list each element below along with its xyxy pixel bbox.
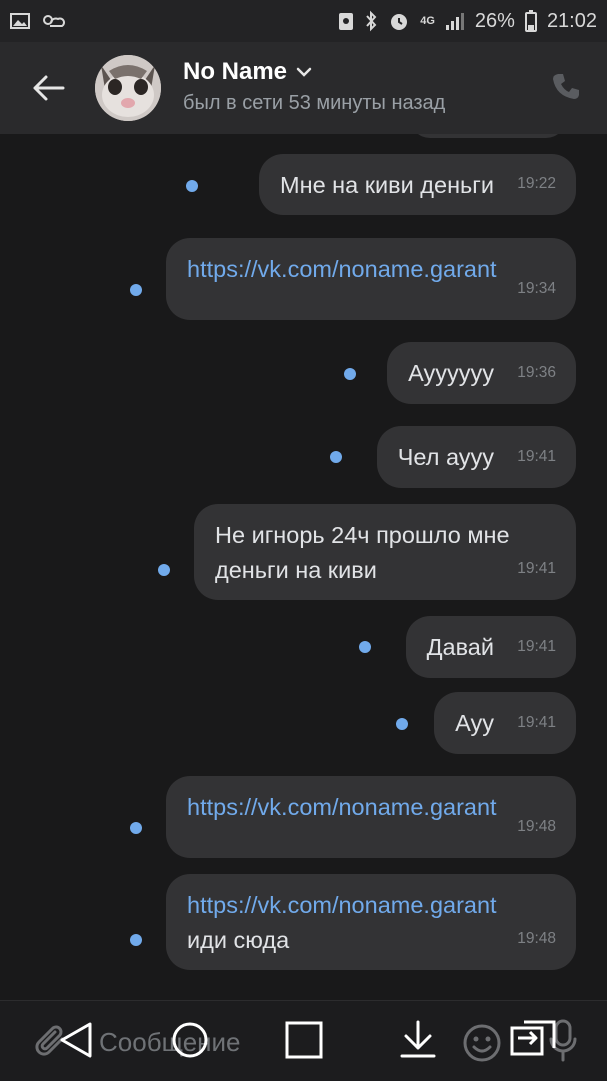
battery-icon bbox=[524, 10, 537, 32]
message-bubble[interactable]: https://vk.com/noname.garant иди сюда 19… bbox=[166, 874, 576, 970]
nav-home-icon[interactable] bbox=[170, 1020, 210, 1065]
unread-dot bbox=[186, 180, 198, 192]
emoji-icon[interactable] bbox=[462, 1023, 502, 1063]
unread-dot bbox=[158, 564, 170, 576]
alarm-icon bbox=[388, 10, 410, 32]
message-text: Давай bbox=[426, 634, 494, 660]
message-bubble[interactable]: https://vk.com/noname.garant 19:48 bbox=[166, 776, 576, 858]
unread-dot bbox=[359, 641, 371, 653]
message-link[interactable]: https://vk.com/noname.garant bbox=[187, 256, 497, 282]
chat-header: No Name был в сети 53 минуты назад bbox=[0, 42, 607, 134]
unread-dot bbox=[396, 718, 408, 730]
unread-dot bbox=[130, 934, 142, 946]
bluetooth-icon bbox=[364, 10, 378, 32]
message-time: 19:41 bbox=[517, 560, 556, 577]
contact-name: No Name bbox=[183, 58, 288, 85]
message-time: 19:41 bbox=[517, 448, 556, 465]
nav-back-icon[interactable] bbox=[58, 1020, 94, 1065]
message-link[interactable]: https://vk.com/noname.garant bbox=[187, 794, 497, 820]
message-bubble[interactable]: Ауууууу 19:36 bbox=[387, 342, 576, 404]
nav-switch-icon[interactable] bbox=[510, 1020, 556, 1065]
phone-icon bbox=[553, 74, 579, 99]
chevron-down-icon bbox=[296, 67, 312, 77]
last-seen-status: был в сети 53 минуты назад bbox=[183, 92, 446, 114]
message-text: Ауу bbox=[455, 710, 494, 736]
message-text: Мне на киви деньги bbox=[280, 172, 494, 198]
contact-title[interactable]: No Name bbox=[183, 58, 313, 86]
back-arrow-icon bbox=[33, 75, 65, 101]
clock: 21:02 bbox=[546, 9, 597, 32]
battery-percent: 26% bbox=[474, 9, 515, 32]
avatar[interactable] bbox=[95, 55, 161, 121]
nav-recents-icon[interactable] bbox=[284, 1020, 324, 1065]
network-type: 4G bbox=[420, 15, 435, 27]
weather-icon bbox=[40, 12, 66, 30]
unread-dot bbox=[344, 368, 356, 380]
message-bubble[interactable]: Не игнорь 24ч прошло мне деньги на киви … bbox=[194, 504, 576, 600]
message-time: 19:48 bbox=[517, 818, 556, 835]
message-list[interactable]: Мне на киви деньги 19:22 https://vk.com/… bbox=[0, 134, 607, 1000]
back-button[interactable] bbox=[26, 64, 70, 112]
message-input[interactable] bbox=[97, 1021, 401, 1063]
message-bubble[interactable]: Мне на киви деньги 19:22 bbox=[259, 154, 576, 215]
message-time: 19:41 bbox=[517, 638, 556, 655]
nav-down-icon[interactable] bbox=[398, 1018, 438, 1065]
unread-dot bbox=[130, 284, 142, 296]
unread-dot bbox=[330, 451, 342, 463]
message-time: 19:48 bbox=[517, 930, 556, 947]
status-bar: 4G 26% 21:02 bbox=[0, 0, 607, 42]
message-bubble[interactable]: https://vk.com/noname.garant 19:34 bbox=[166, 238, 576, 320]
call-button[interactable] bbox=[550, 70, 586, 106]
message-text: Чел аууу bbox=[397, 444, 494, 470]
message-text: иди сюда bbox=[187, 927, 290, 953]
saver-icon bbox=[338, 11, 354, 31]
message-time: 19:34 bbox=[517, 280, 556, 297]
message-time: 19:41 bbox=[517, 714, 556, 731]
signal-icon bbox=[445, 11, 465, 31]
message-link[interactable]: https://vk.com/noname.garant bbox=[187, 888, 556, 923]
message-bubble[interactable]: Ауу 19:41 bbox=[434, 692, 576, 754]
gallery-icon bbox=[10, 12, 30, 30]
message-time: 19:22 bbox=[517, 175, 556, 192]
message-bubble-partial bbox=[410, 134, 566, 138]
message-time: 19:36 bbox=[517, 364, 556, 381]
unread-dot bbox=[130, 822, 142, 834]
message-bubble[interactable]: Давай 19:41 bbox=[405, 616, 576, 678]
message-text: Ауууууу bbox=[408, 360, 494, 386]
message-bubble[interactable]: Чел аууу 19:41 bbox=[376, 426, 576, 488]
message-text: Не игнорь 24ч прошло мне деньги на киви bbox=[215, 522, 510, 583]
